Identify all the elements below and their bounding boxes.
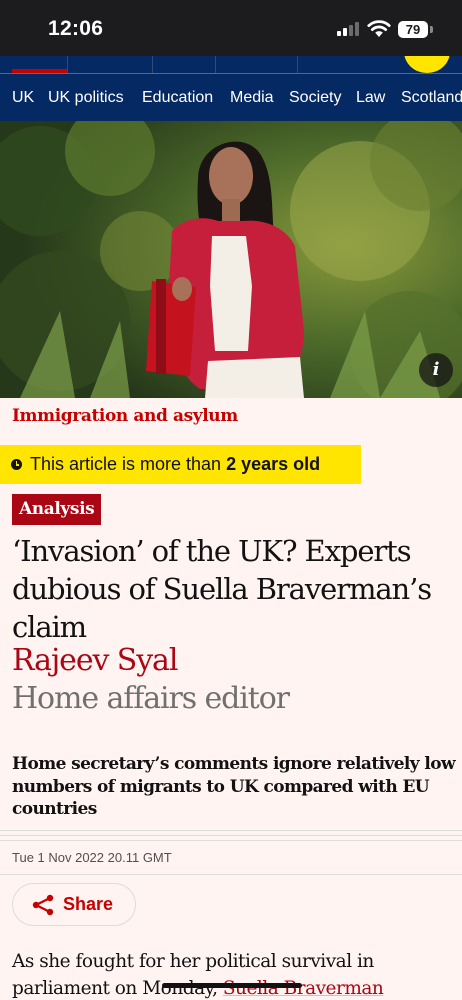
body-link-suella-braverman[interactable]: Suella Braverman: [223, 978, 384, 999]
subnav-item-uk-politics[interactable]: UK politics: [48, 89, 124, 107]
battery-indicator: 79: [398, 21, 428, 38]
subnav-item-society[interactable]: Society: [289, 89, 341, 107]
wifi-icon: [367, 20, 391, 37]
pillar-divider: [297, 56, 298, 73]
divider: [0, 830, 462, 831]
subnav-item-law[interactable]: Law: [356, 89, 385, 107]
masthead-pillars: [0, 56, 462, 73]
article-body: As she fought for her political survival…: [12, 948, 457, 1000]
clock-icon: [11, 459, 22, 470]
subnav-item-scotland[interactable]: Scotland: [401, 89, 462, 107]
author-role: Home affairs editor: [12, 681, 290, 716]
section-link[interactable]: Immigration and asylum: [12, 406, 238, 426]
author-link[interactable]: Rajeev Syal: [12, 643, 178, 678]
divider: [0, 874, 462, 875]
age-warning-emphasis: 2 years old: [226, 454, 321, 474]
subnav: UK UK politics Education Media Society L…: [0, 73, 462, 121]
publish-date: Tue 1 Nov 2022 20.11 GMT: [12, 850, 172, 865]
share-icon: [32, 894, 54, 916]
pillar-divider: [67, 56, 68, 73]
pillar-divider: [215, 56, 216, 73]
article-age-warning: This article is more than 2 years old: [0, 445, 361, 484]
subnav-item-media[interactable]: Media: [230, 89, 274, 107]
subnav-item-uk[interactable]: UK: [12, 89, 34, 107]
battery-nub: [430, 26, 433, 33]
pillar-divider: [152, 56, 153, 73]
image-info-button[interactable]: i: [419, 353, 453, 387]
home-indicator[interactable]: [162, 983, 302, 988]
analysis-badge: Analysis: [12, 494, 102, 525]
hero-photo: [0, 121, 462, 398]
headline: ‘Invasion’ of the UK? Experts dubious of…: [12, 534, 432, 644]
status-bar: 12:06 79: [0, 0, 462, 56]
status-time: 12:06: [48, 17, 104, 40]
share-label: Share: [63, 894, 114, 914]
signal-icon: [337, 22, 361, 36]
age-warning-text: This article is more than: [30, 454, 227, 474]
share-button[interactable]: Share: [12, 883, 136, 926]
divider: [0, 835, 462, 836]
divider: [0, 840, 462, 841]
standfirst: Home secretary’s comments ignore relativ…: [12, 754, 456, 819]
support-button[interactable]: [404, 56, 450, 73]
subnav-item-education[interactable]: Education: [142, 89, 213, 107]
hero-image: [0, 121, 462, 398]
